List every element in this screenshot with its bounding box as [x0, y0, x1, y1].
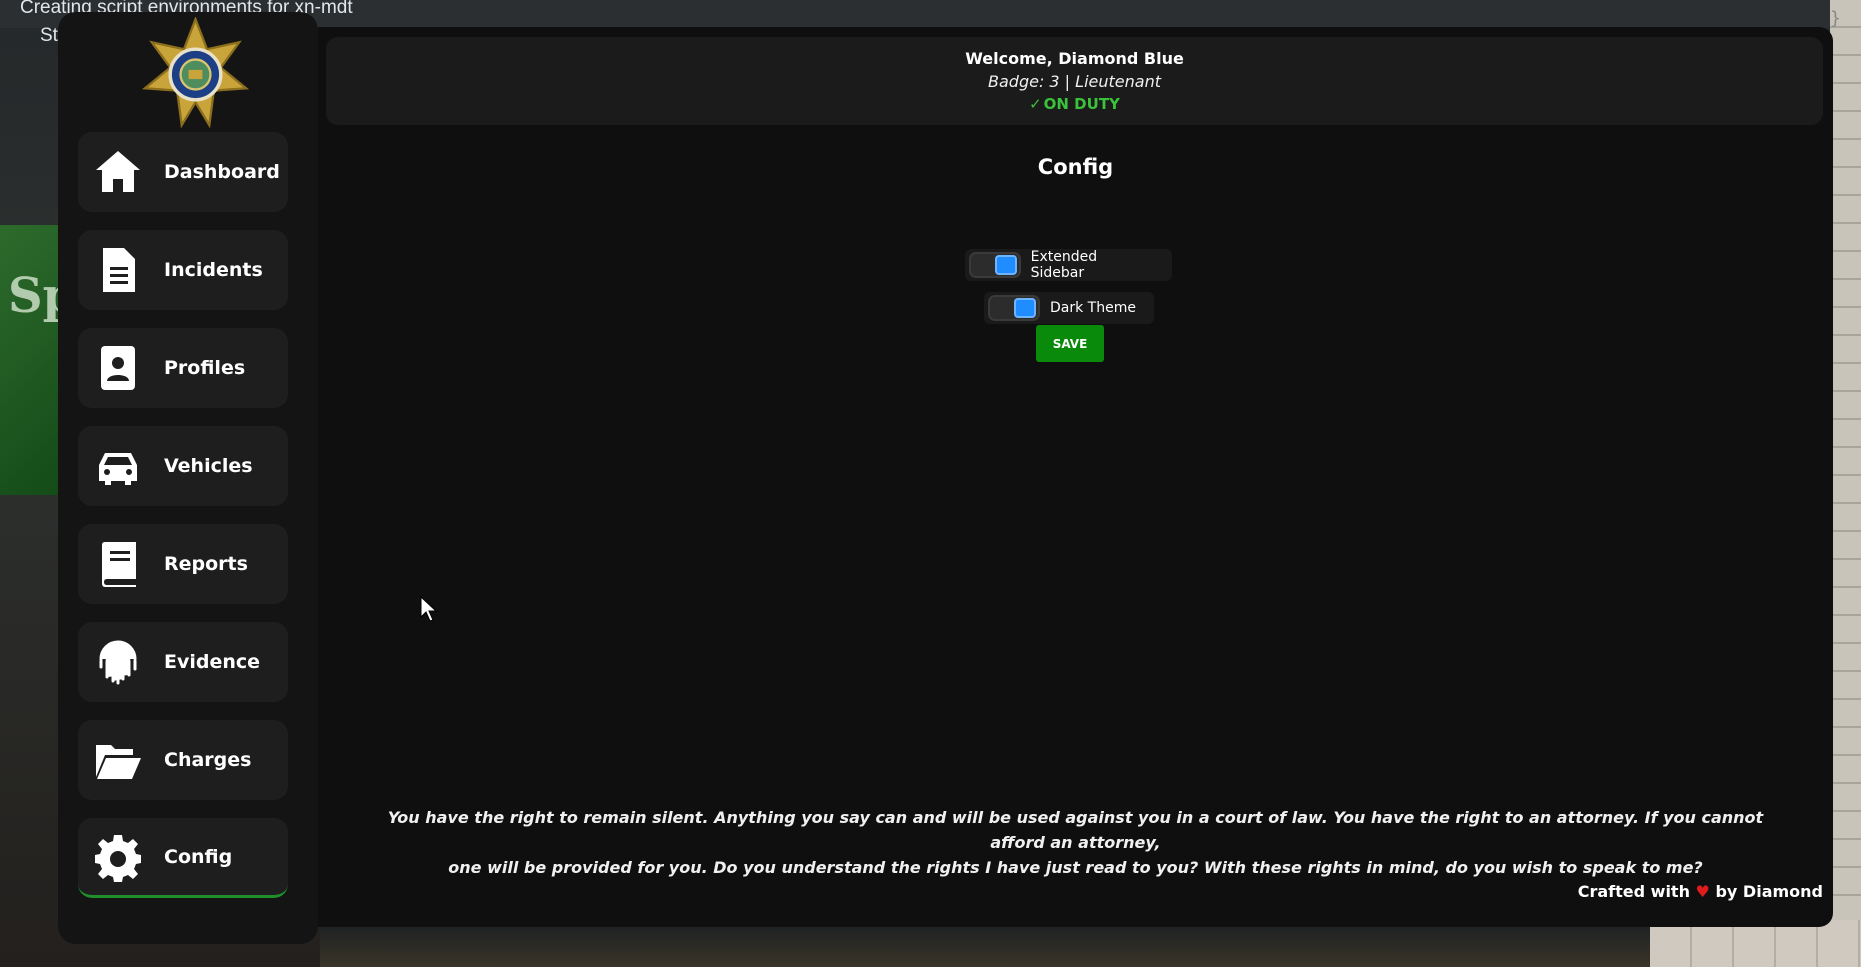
profile-icon: [92, 342, 144, 394]
sidebar-item-label: Profiles: [164, 357, 246, 379]
rights-line: You have the right to remain silent. Any…: [387, 808, 1764, 852]
car-icon: [92, 440, 144, 492]
gear-icon: [92, 831, 144, 883]
page-title: Config: [1037, 155, 1114, 179]
toggle-knob: [994, 255, 1017, 275]
miranda-rights-text: You have the right to remain silent. Any…: [358, 805, 1793, 880]
sidebar-item-label: Incidents: [164, 259, 263, 281]
document-icon: [92, 244, 144, 296]
extended-sidebar-toggle-row[interactable]: Extended Sidebar: [965, 249, 1172, 281]
toggle-label: Dark Theme: [1050, 300, 1136, 316]
sidebar-item-label: Charges: [164, 749, 252, 771]
duty-status-label: ON DUTY: [1043, 95, 1120, 113]
checkmark-icon: ✓: [1029, 95, 1042, 113]
sidebar-item-label: Vehicles: [164, 455, 253, 477]
background-floor: [320, 925, 1650, 967]
sidebar-item-label: Reports: [164, 553, 248, 575]
officer-header: Welcome, Diamond Blue Badge: 3 | Lieuten…: [326, 37, 1823, 125]
sidebar-item-label: Evidence: [164, 651, 261, 673]
sidebar-item-config[interactable]: Config: [78, 818, 288, 898]
main-panel: Welcome, Diamond Blue Badge: 3 | Lieuten…: [318, 27, 1833, 927]
heart-icon: ♥: [1695, 882, 1710, 901]
save-button[interactable]: SAVE: [1036, 325, 1104, 362]
sidebar-item-label: Dashboard: [164, 161, 280, 183]
dark-theme-toggle-row[interactable]: Dark Theme: [984, 292, 1154, 324]
state-police-badge-logo: [141, 17, 250, 129]
duty-status: ✓ ON DUTY: [326, 95, 1823, 113]
debug-overlay-brace: }: [1830, 8, 1841, 29]
sidebar-item-reports[interactable]: Reports: [78, 524, 288, 604]
sidebar-item-vehicles[interactable]: Vehicles: [78, 426, 288, 506]
sidebar-item-incidents[interactable]: Incidents: [78, 230, 288, 310]
extended-sidebar-toggle[interactable]: [969, 252, 1021, 278]
credits-suffix: by Diamond: [1715, 882, 1823, 901]
sidebar: Dashboard Incidents Profiles Vehicles Re…: [58, 12, 318, 944]
toggle-knob: [1014, 298, 1036, 318]
toggle-label: Extended Sidebar: [1030, 249, 1098, 281]
sidebar-item-charges[interactable]: Charges: [78, 720, 288, 800]
sidebar-item-label: Config: [164, 845, 233, 868]
sidebar-item-dashboard[interactable]: Dashboard: [78, 132, 288, 212]
dark-theme-toggle[interactable]: [988, 295, 1040, 321]
sidebar-item-evidence[interactable]: Evidence: [78, 622, 288, 702]
home-icon: [92, 146, 144, 198]
sidebar-item-profiles[interactable]: Profiles: [78, 328, 288, 408]
badge-rank-text: Badge: 3 | Lieutenant: [988, 72, 1161, 91]
credits-text: Crafted with ♥ by Diamond: [1578, 882, 1823, 901]
background-floor-tiles: [1650, 920, 1861, 967]
welcome-text: Welcome, Diamond Blue: [965, 49, 1184, 68]
background-screen: [0, 225, 58, 495]
credits-prefix: Crafted with: [1577, 882, 1690, 901]
book-icon: [92, 538, 144, 590]
fingerprint-icon: [92, 636, 144, 688]
mouse-cursor-icon: [420, 596, 438, 622]
rights-line: one will be provided for you. Do you und…: [448, 858, 1703, 877]
folder-open-icon: [92, 734, 144, 786]
background-wall: [1830, 0, 1861, 967]
